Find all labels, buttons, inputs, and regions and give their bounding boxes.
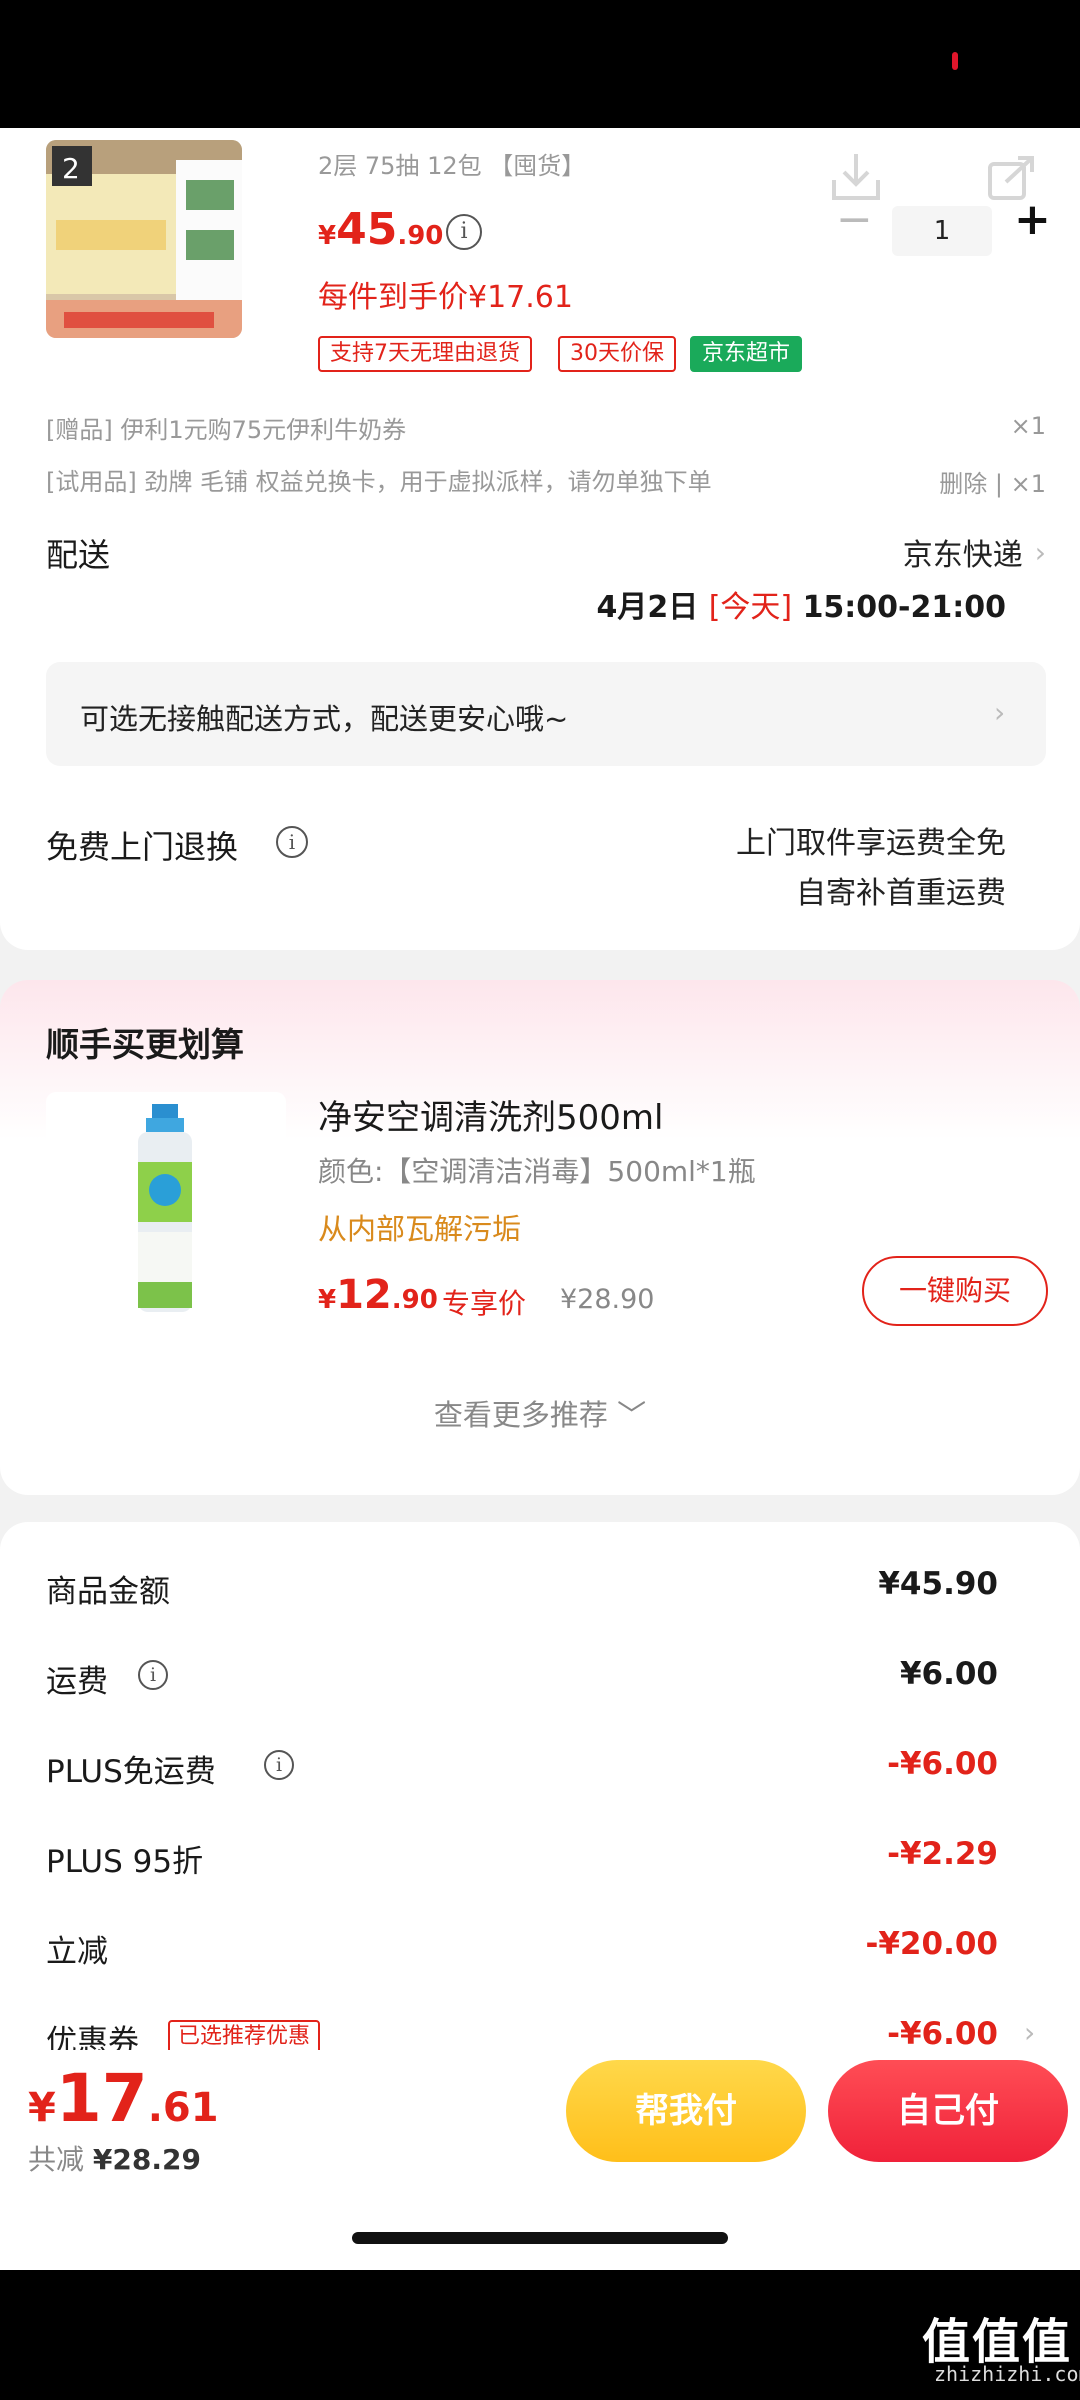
saved-label: 共减 [28,2143,85,2176]
delivery-carrier-selector[interactable]: 京东快递 › [903,530,1046,574]
pay-for-me-button[interactable]: 帮我付 [566,2060,806,2162]
total-saved[interactable]: 共减 ¥28.29 [28,2138,201,2178]
recording-indicator [952,52,958,70]
plus-discount-label: PLUS 95折 [46,1844,204,1880]
coupon-recommended-tag: 已选推荐优惠 [168,2020,321,2054]
info-icon[interactable]: i [276,826,308,858]
delivery-window: 15:00-21:00 [802,590,1006,625]
delivery-date: 4月2日 [596,590,699,625]
saved-value: ¥28.29 [92,2143,201,2176]
trial-item: [试用品] 劲牌 毛铺 权益兑换卡，用于虚拟派样，请勿单独下单 [46,468,712,496]
trial-item-actions[interactable]: 删除 | ×1 [939,464,1046,499]
instant-reduction-value: -¥20.00 [865,1926,999,1962]
arrive-price: 每件到手价¥17.61 [318,280,573,315]
shipping-fee-label: 运费 [46,1664,108,1700]
info-icon[interactable]: i [138,1660,168,1690]
return-policy-tag: 支持7天无理由退货 [318,336,532,372]
watermark-url: zhizhizhi.com [934,2362,1080,2386]
shipping-fee-value: ¥6.00 [899,1656,998,1692]
coupon-value[interactable]: -¥6.00 [887,2016,998,2052]
exclusive-price-label: 专享价 [442,1287,527,1320]
price-info-icon[interactable]: i [446,214,482,250]
footer-bar [0,2270,1080,2400]
price-protection-tag: 30天价保 [558,336,676,372]
plus-free-shipping-value: -¥6.00 [887,1746,998,1782]
instant-reduction-label: 立减 [46,1934,108,1970]
total-price: ¥17.61 [28,2060,219,2137]
gift-item: [赠品] 伊利1元购75元伊利牛奶券 [46,416,407,444]
plus-discount-value: -¥2.29 [887,1836,998,1872]
info-icon[interactable]: i [264,1750,294,1780]
plus-free-shipping-label: PLUS免运费 [46,1754,216,1790]
gift-quantity: ×1 [1010,412,1046,440]
goods-amount-label: 商品金额 [46,1574,170,1610]
status-bar [0,0,1080,128]
recommendation-title: 顺手买更划算 [46,1025,244,1064]
view-more-recommendations[interactable]: 查看更多推荐 ﹀ [0,1392,1080,1434]
recommended-product-name[interactable]: 净安空调清洗剂500ml [318,1090,663,1139]
recommended-product-price: ¥12.90 [318,1272,438,1318]
notice-text: 可选无接触配送方式，配送更安心哦~ [80,702,569,736]
svg-text:2: 2 [62,152,80,185]
pay-myself-button[interactable]: 自己付 [828,2060,1068,2162]
chevron-right-icon: › [1024,2016,1036,2049]
jd-supermarket-tag: 京东超市 [690,336,803,372]
return-service-label: 免费上门退换 [46,828,239,866]
product-image[interactable]: 2 [46,140,242,338]
quantity-input[interactable]: 1 [892,206,992,256]
product-spec: 2层 75抽 12包 【囤货】 [318,152,586,180]
recommended-product-image[interactable] [46,1092,286,1328]
delivery-time[interactable]: 4月2日 [今天] 15:00-21:00 [596,582,1006,626]
delivery-today: [今天] [708,590,793,625]
quantity-increase-button[interactable]: + [1014,198,1051,242]
original-price: ¥28.90 [560,1284,655,1315]
recommended-product-spec: 颜色:【空调清洁消毒】500ml*1瓶 [318,1155,756,1188]
delivery-carrier: 京东快递 [902,538,1023,573]
chevron-right-icon: › [1034,535,1046,569]
product-price: ¥45.90 [318,204,444,255]
goods-amount-value: ¥45.90 [878,1566,998,1602]
recommended-product-slogan: 从内部瓦解污垢 [318,1212,522,1246]
one-click-buy-button[interactable]: 一键购买 [862,1256,1048,1326]
quantity-decrease-button[interactable]: − [836,198,873,242]
return-pickup-info: 上门取件享运费全免 [736,826,1006,861]
delivery-label: 配送 [46,536,111,574]
chevron-right-icon: › [994,696,1006,729]
return-self-ship-info: 自寄补首重运费 [796,876,1006,911]
home-indicator[interactable] [352,2232,728,2244]
